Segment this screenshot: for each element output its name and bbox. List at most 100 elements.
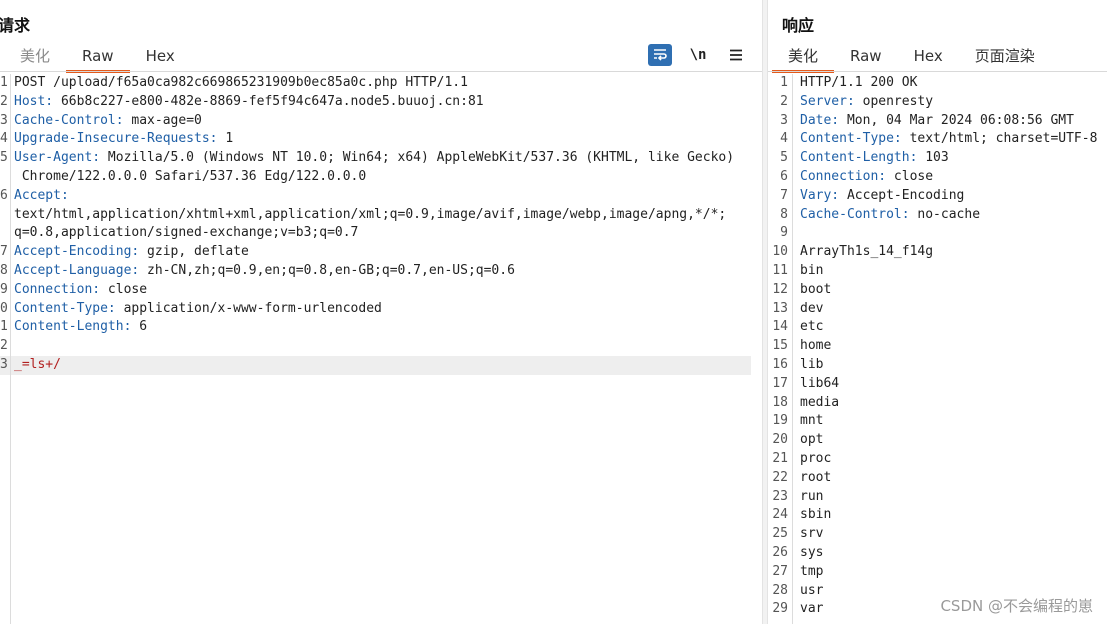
line-content: q=0.8,application/signed-exchange;v=b3;q… (10, 224, 751, 243)
line-content: Date: Mon, 04 Mar 2024 06:08:56 GMT (796, 112, 1107, 131)
line-content: bin (796, 262, 1107, 281)
line-number: 2 (0, 93, 8, 109)
request-tabs-divider (0, 71, 762, 72)
line-content: boot (796, 281, 1107, 300)
line-number: 9 (0, 281, 8, 297)
line-content: sys (796, 544, 1107, 563)
header-name: Server: (800, 93, 855, 109)
header-value: ArrayTh1s_14_f14g (800, 244, 934, 260)
header-value: sys (800, 544, 824, 560)
line-content: Content-Length: 103 (796, 149, 1107, 168)
line-content: Content-Type: text/html; charset=UTF-8 (796, 130, 1107, 149)
request-line: 2 (0, 337, 751, 356)
response-line: 21 proc (768, 450, 1107, 469)
show-newlines-button[interactable]: \n (686, 44, 710, 66)
header-name: Accept: (14, 187, 69, 203)
response-line: 13 dev (768, 300, 1107, 319)
request-line: 3 Cache-Control: max-age=0 (0, 112, 751, 131)
request-tab-2[interactable]: Hex (130, 44, 191, 70)
response-line: 10 ArrayTh1s_14_f14g (768, 243, 1107, 262)
header-value: application/x-www-form-urlencoded (115, 300, 382, 316)
response-line: 8 Cache-Control: no-cache (768, 206, 1107, 225)
header-name: Upgrade-Insecure-Requests: (14, 131, 218, 147)
text-wrap-button[interactable] (648, 44, 672, 66)
line-content: lib64 (796, 375, 1107, 394)
line-content: Content-Length: 6 (10, 318, 751, 337)
line-number: 1 (0, 319, 8, 335)
request-editor[interactable]: 1 POST /upload/f65a0ca982c669865231909b0e… (0, 74, 762, 624)
header-value: 6 (131, 319, 148, 335)
request-tab-1[interactable]: Raw (66, 44, 130, 73)
line-content: run (796, 488, 1107, 507)
response-line: 26 sys (768, 544, 1107, 563)
request-toolbar: \n (648, 44, 748, 66)
request-line: 0 Content-Type: application/x-www-form-ur… (0, 300, 751, 319)
request-tabs: 美化 Raw Hex (4, 44, 191, 73)
header-value: proc (800, 450, 832, 466)
menu-button[interactable] (724, 44, 748, 66)
header-name: Connection: (800, 168, 887, 184)
response-line: 11 bin (768, 262, 1107, 281)
header-value: sbin (800, 507, 832, 523)
header-value: Mozilla/5.0 (Windows NT 10.0; Win64; x64… (100, 150, 735, 166)
header-value: openresty (854, 93, 934, 109)
response-line: 25 srv (768, 525, 1107, 544)
line-content: srv (796, 525, 1107, 544)
header-name: Vary: (800, 187, 840, 203)
response-line: 3 Date: Mon, 04 Mar 2024 06:08:56 GMT (768, 112, 1107, 131)
line-content: POST /upload/f65a0ca982c669865231909b0ec… (10, 74, 751, 93)
header-name: Content-Length: (800, 150, 918, 166)
response-tab-3[interactable]: 页面渲染 (959, 44, 1051, 70)
request-line: 9 Connection: close (0, 281, 751, 300)
response-editor[interactable]: 1 HTTP/1.1 200 OK 2 Server: openresty 3 Date:… (768, 74, 1107, 624)
response-tab-0[interactable]: 美化 (772, 44, 835, 73)
header-name: Host: (14, 93, 54, 109)
line-number: 3 (0, 112, 8, 128)
response-tab-1[interactable]: Raw (834, 44, 898, 70)
header-value: Mon, 04 Mar 2024 06:08:56 GMT (839, 112, 1074, 128)
line-number (0, 206, 10, 225)
header-value: boot (800, 281, 832, 297)
request-tab-0[interactable]: 美化 (4, 44, 66, 70)
line-number: 1 (0, 75, 8, 90)
response-line: 24 sbin (768, 506, 1107, 525)
line-content: HTTP/1.1 200 OK (796, 74, 1107, 93)
line-number: 5 (0, 150, 8, 166)
header-value: 1 (217, 131, 234, 147)
response-line: 12 boot (768, 281, 1107, 300)
line-content: media (796, 394, 1107, 413)
line-content (10, 337, 751, 356)
request-line: 1 Content-Length: 6 (0, 318, 751, 337)
response-line: 22 root (768, 469, 1107, 488)
response-pane: 响应 美化 Raw Hex 页面渲染 1 HTTP/1.1 200 OK 2 Server:… (768, 0, 1107, 624)
header-value: usr (800, 582, 824, 598)
header-value: Accept-Encoding (839, 187, 965, 203)
response-tabs-divider (768, 71, 1107, 72)
line-number: 4 (0, 131, 8, 147)
header-name: Accept-Language: (14, 262, 140, 278)
line-content: Upgrade-Insecure-Requests: 1 (10, 130, 751, 149)
header-value: 103 (917, 150, 949, 166)
header-value: var (800, 601, 824, 617)
header-name: Content-Type: (800, 131, 902, 147)
response-line: 15 home (768, 337, 1107, 356)
header-value: etc (800, 319, 824, 335)
line-content: proc (796, 450, 1107, 469)
line-number: 8 (0, 262, 8, 278)
response-line: 20 opt (768, 431, 1107, 450)
line-content: dev (796, 300, 1107, 319)
line-content: Cache-Control: no-cache (796, 206, 1107, 225)
header-value: Chrome/122.0.0.0 Safari/537.36 Edg/122.0… (14, 168, 367, 184)
header-value: tmp (800, 563, 824, 579)
request-line: Chrome/122.0.0.0 Safari/537.36 Edg/122.0… (0, 168, 751, 187)
header-name: User-Agent: (14, 150, 101, 166)
request-pane: 请求 美化 Raw Hex \n 1 POST /upload/f65a0ca982c… (0, 0, 762, 624)
line-content: User-Agent: Mozilla/5.0 (Windows NT 10.0… (10, 149, 751, 168)
line-content: Host: 66b8c227-e800-482e-8869-fef5f94c64… (10, 93, 751, 112)
header-name: Date: (800, 112, 840, 128)
header-value: zh-CN,zh;q=0.9,en;q=0.8,en-GB;q=0.7,en-U… (139, 262, 515, 278)
response-line: 16 lib (768, 356, 1107, 375)
request-title: 请求 (0, 16, 31, 35)
header-value: close (100, 281, 148, 297)
response-tab-2[interactable]: Hex (898, 44, 959, 70)
